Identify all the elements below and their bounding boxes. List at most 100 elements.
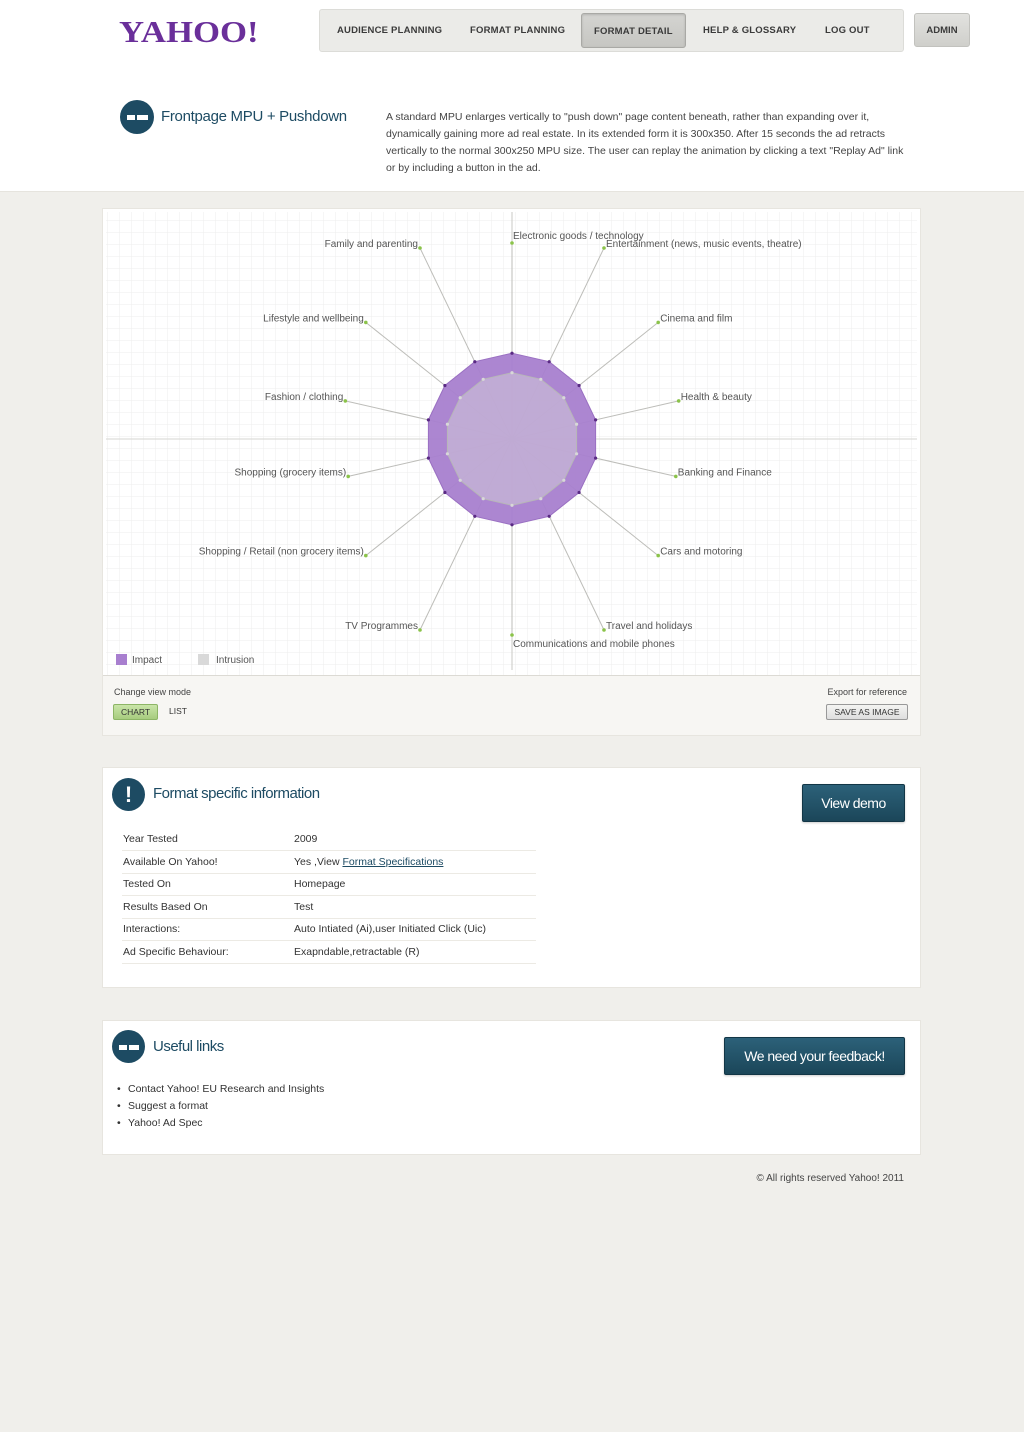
radar-category-label: Fashion / clothing: [265, 392, 343, 403]
radar-category-label: Lifestyle and wellbeing: [263, 313, 364, 324]
info-row: Available On Yahoo! Yes ,View Format Spec…: [122, 850, 536, 874]
radar-data-point: [575, 452, 579, 456]
radar-data-point: [458, 396, 462, 400]
info-value-text: Auto Intiated (Ai),user Initiated Click …: [294, 923, 486, 936]
radar-category-label: Family and parenting: [325, 239, 418, 250]
info-value: Exapndable,retractable (R): [294, 940, 536, 964]
radar-data-point: [426, 456, 430, 460]
radar-category-label: Health & beauty: [681, 392, 752, 403]
info-row: Interactions: Auto Intiated (Ai),user Ini…: [122, 918, 536, 941]
radar-category-label: Shopping (grocery items): [234, 467, 346, 478]
info-key: Tested On: [122, 873, 294, 896]
radar-data-point: [473, 360, 477, 364]
spoke-end-dot: [364, 553, 368, 558]
nav-format-planning[interactable]: FORMAT PLANNING: [470, 10, 565, 51]
links-icon: [112, 1030, 145, 1063]
radar-data-point: [547, 360, 551, 364]
nav-format-detail[interactable]: FORMAT DETAIL: [581, 13, 686, 48]
info-value-text: Homepage: [294, 878, 346, 891]
radar-data-point: [443, 490, 447, 495]
chart-panel: Electronic goods / technology Entertainme…: [102, 208, 921, 736]
radar-category-label: TV Programmes: [345, 621, 418, 632]
format-icon: [120, 100, 154, 134]
view-demo-button[interactable]: View demo: [802, 784, 905, 822]
useful-link-item[interactable]: Contact Yahoo! EU Research and Insights: [117, 1081, 324, 1098]
radar-category-label: Cars and motoring: [660, 547, 742, 558]
radar-data-point: [445, 452, 449, 456]
chart-view-button[interactable]: CHART: [113, 704, 158, 720]
info-value-text: Test: [294, 900, 314, 913]
feedback-button[interactable]: We need your feedback!: [724, 1037, 905, 1075]
radar-data-point: [445, 422, 449, 426]
nav-help-glossary[interactable]: HELP & GLOSSARY: [703, 10, 796, 51]
radar-category-label: Shopping / Retail (non grocery items): [199, 547, 364, 558]
info-value-text: Yes ,View: [294, 855, 343, 868]
info-row: Year Tested 2009: [122, 828, 536, 851]
info-value-text: 2009: [294, 833, 318, 845]
useful-link-item[interactable]: Yahoo! Ad Spec: [117, 1115, 324, 1132]
radar-category-label: Travel and holidays: [606, 621, 692, 632]
export-label: Export for reference: [827, 687, 907, 697]
radar-data-point: [426, 418, 430, 422]
format-info-panel: ! Format specific information View demo …: [102, 767, 921, 988]
useful-links-panel: Useful links We need your feedback! Cont…: [102, 1020, 921, 1155]
info-key: Ad Specific Behaviour:: [122, 940, 294, 964]
main-nav: AUDIENCE PLANNING FORMAT PLANNING FORMAT…: [319, 9, 904, 52]
info-value: 2009: [294, 828, 536, 851]
info-row: Ad Specific Behaviour: Exapndable,retract…: [122, 940, 536, 964]
format-info-table: Year Tested 2009 Available On Yahoo! Yes ,V…: [122, 828, 536, 964]
spoke-end-dot: [364, 320, 368, 325]
radar-data-point: [481, 377, 485, 381]
nav-audience-planning[interactable]: AUDIENCE PLANNING: [337, 10, 442, 51]
info-value: Yes ,View Format Specifications: [294, 850, 536, 874]
save-as-image-button[interactable]: SAVE AS IMAGE: [826, 704, 908, 720]
useful-link-item[interactable]: Suggest a format: [117, 1098, 324, 1115]
format-description: A standard MPU enlarges vertically to "p…: [386, 111, 904, 174]
spoke-end-dot: [418, 246, 422, 250]
radar-data-point: [577, 383, 581, 388]
copyright: © All rights reserved Yahoo! 2011: [756, 1173, 904, 1184]
radar-category-label: Cinema and film: [660, 313, 732, 324]
info-key: Results Based On: [122, 895, 294, 919]
info-key: Year Tested: [122, 828, 294, 851]
info-value: Test: [294, 895, 536, 919]
useful-links-title: Useful links: [153, 1038, 224, 1055]
radar-data-point: [547, 514, 551, 518]
info-value: Homepage: [294, 873, 536, 896]
info-row: Results Based On Test: [122, 895, 536, 919]
format-info-title: Format specific information: [153, 785, 320, 802]
info-key: Interactions:: [122, 918, 294, 941]
chart-controls: Change view mode CHART LIST Export for r…: [103, 675, 920, 735]
info-value-text: Exapndable,retractable (R): [294, 945, 420, 958]
legend-impact-label: Impact: [132, 655, 162, 666]
legend-intrusion-swatch: [198, 654, 209, 665]
spoke-end-dot: [343, 399, 348, 403]
spoke-end-dot: [346, 474, 350, 479]
exclamation-icon: !: [112, 778, 145, 811]
radar-data-point: [577, 490, 581, 495]
format-specifications-link[interactable]: Format Specifications: [342, 856, 443, 868]
info-value: Auto Intiated (Ai),user Initiated Click …: [294, 918, 536, 941]
radar-category-label: Entertainment (news, music events, theat…: [606, 239, 802, 250]
radar-data-point: [539, 497, 543, 501]
spoke-end-dot: [418, 628, 422, 632]
radar-data-point: [510, 523, 514, 527]
useful-links-list: Contact Yahoo! EU Research and InsightsS…: [117, 1081, 324, 1132]
nav-log-out[interactable]: LOG OUT: [825, 10, 870, 51]
radar-data-point: [594, 456, 598, 460]
radar-data-point: [458, 478, 462, 482]
radar-data-point: [481, 497, 485, 501]
radar-data-point: [510, 351, 514, 355]
radar-data-point: [510, 503, 514, 507]
radar-data-point: [594, 418, 598, 422]
radar-chart: Electronic goods / technologyEntertainme…: [106, 212, 917, 676]
radar-data-point: [473, 514, 477, 518]
info-row: Tested On Homepage: [122, 873, 536, 896]
legend-intrusion-label: Intrusion: [216, 655, 254, 666]
list-view-button[interactable]: LIST: [166, 704, 190, 720]
radar-data-point: [575, 422, 579, 426]
radar-category-label: Communications and mobile phones: [513, 639, 675, 650]
info-key: Available On Yahoo!: [122, 850, 294, 874]
admin-button[interactable]: ADMIN: [914, 13, 970, 47]
yahoo-logo[interactable]: YAHOO!: [119, 14, 259, 50]
